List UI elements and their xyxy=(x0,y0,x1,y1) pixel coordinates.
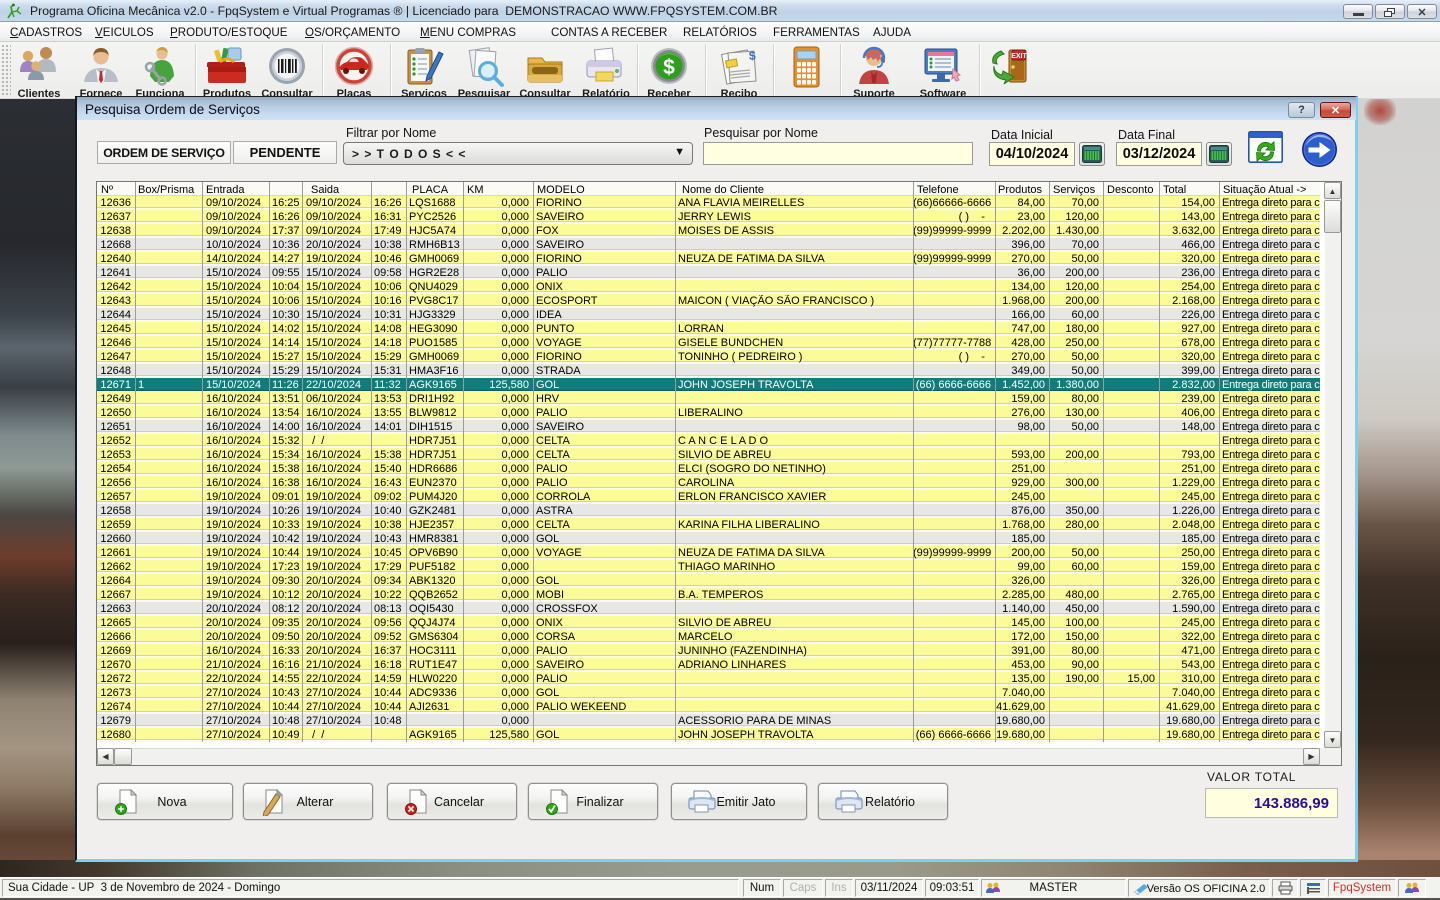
svg-text:EXIT: EXIT xyxy=(1011,53,1027,60)
svg-text:$: $ xyxy=(663,56,675,79)
svg-text:$: $ xyxy=(749,49,757,63)
